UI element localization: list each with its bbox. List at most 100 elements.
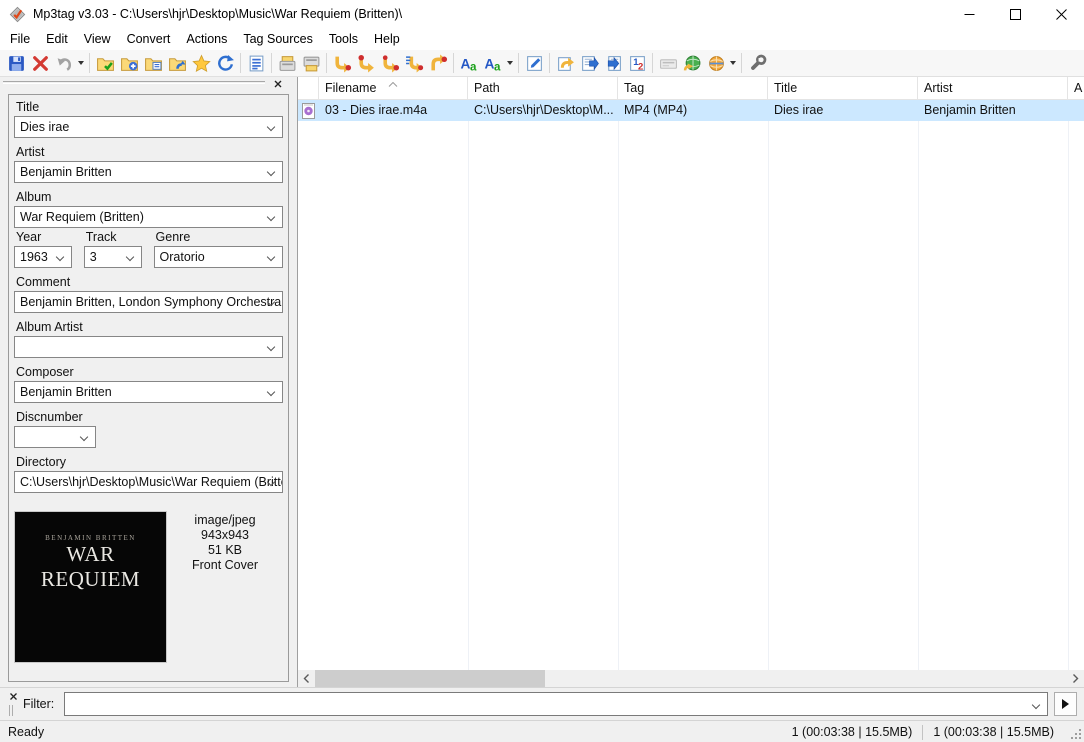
chevron-down-icon[interactable] <box>267 343 275 351</box>
file-list: Filename Path Tag Title Artist A 03 - Di… <box>297 77 1084 687</box>
options-wrench-icon[interactable] <box>745 52 769 75</box>
convert-tag-filename-icon[interactable] <box>330 52 354 75</box>
chevron-down-icon[interactable] <box>267 168 275 176</box>
year-label: Year <box>16 230 70 244</box>
change-directory-icon[interactable] <box>93 52 117 75</box>
web-sources-menu-chevron-icon[interactable] <box>728 52 738 75</box>
favorites-star-icon[interactable] <box>189 52 213 75</box>
auto-numbering-wizard-icon[interactable]: 12 <box>625 52 649 75</box>
resize-grip-icon[interactable] <box>1079 737 1081 739</box>
menu-edit[interactable]: Edit <box>38 29 76 49</box>
tag-panel-grip[interactable] <box>3 81 265 84</box>
web-sources-icon[interactable] <box>680 52 704 75</box>
menu-help[interactable]: Help <box>366 29 408 49</box>
genre-label: Genre <box>156 230 281 244</box>
track-combobox[interactable]: 3 <box>84 246 142 268</box>
filter-grip[interactable] <box>9 705 13 716</box>
title-bar: Mp3tag v3.03 - C:\Users\hjr\Desktop\Musi… <box>0 0 1084 28</box>
auto-tag-icon[interactable] <box>553 52 577 75</box>
filter-apply-button[interactable] <box>1054 692 1077 716</box>
menu-tag-sources[interactable]: Tag Sources <box>235 29 320 49</box>
cd-burn-icon[interactable] <box>656 52 680 75</box>
filter-input[interactable] <box>69 694 1024 714</box>
column-header-path[interactable]: Path <box>468 77 618 99</box>
directory-combobox[interactable]: C:\Users\hjr\Desktop\Music\War Requiem (… <box>14 471 283 493</box>
export-tag-icon[interactable] <box>601 52 625 75</box>
svg-text:a: a <box>494 60 501 73</box>
column-header-artist[interactable]: Artist <box>918 77 1068 99</box>
filter-label: Filter: <box>23 697 54 711</box>
filter-input-box[interactable] <box>64 692 1048 716</box>
play-arrow-icon <box>1062 699 1069 709</box>
menu-actions[interactable]: Actions <box>178 29 235 49</box>
actions-icon[interactable]: Aa <box>481 52 505 75</box>
playlist-directory-icon[interactable] <box>141 52 165 75</box>
chevron-down-icon[interactable] <box>267 253 275 261</box>
column-header-icon[interactable] <box>298 77 319 99</box>
web-sources-alt-icon[interactable] <box>704 52 728 75</box>
menu-tools[interactable]: Tools <box>321 29 366 49</box>
artist-label: Artist <box>16 145 281 159</box>
refresh-icon[interactable] <box>213 52 237 75</box>
convert-filename-filename-icon[interactable] <box>378 52 402 75</box>
tag-paste-icon[interactable] <box>299 52 323 75</box>
tag-copy-icon[interactable] <box>275 52 299 75</box>
track-label: Track <box>86 230 140 244</box>
actions-menu-chevron-icon[interactable] <box>505 52 515 75</box>
convert-filename-tag-icon[interactable] <box>354 52 378 75</box>
menu-view[interactable]: View <box>76 29 119 49</box>
import-tag-icon[interactable] <box>577 52 601 75</box>
year-combobox[interactable]: 1963 <box>14 246 72 268</box>
minimize-button[interactable] <box>946 0 992 28</box>
discnumber-combobox[interactable] <box>14 426 96 448</box>
column-header-title[interactable]: Title <box>768 77 918 99</box>
chevron-down-icon[interactable] <box>80 433 88 441</box>
title-combobox[interactable]: Dies irae <box>14 116 283 138</box>
chevron-down-icon[interactable] <box>125 253 133 261</box>
convert-tag-tag-icon[interactable] <box>426 52 450 75</box>
album-cover-art[interactable]: BENJAMIN BRITTEN WAR REQUIEM <box>14 511 167 663</box>
status-selected-info: 1 (00:03:38 | 15.5MB) <box>792 725 913 739</box>
scrollbar-thumb[interactable] <box>315 670 545 687</box>
case-conversion-icon[interactable]: Aa <box>457 52 481 75</box>
filter-close-icon[interactable] <box>7 691 19 702</box>
column-header-album[interactable]: A <box>1068 77 1084 99</box>
maximize-button[interactable] <box>992 0 1038 28</box>
add-directory-icon[interactable] <box>117 52 141 75</box>
chevron-down-icon[interactable] <box>56 253 64 261</box>
album-artist-combobox[interactable] <box>14 336 283 358</box>
table-row[interactable]: 03 - Dies irae.m4a C:\Users\hjr\Desktop\… <box>298 100 1084 121</box>
genre-combobox[interactable]: Oratorio <box>154 246 283 268</box>
menu-convert[interactable]: Convert <box>119 29 179 49</box>
remove-tag-icon[interactable] <box>28 52 52 75</box>
window-title: Mp3tag v3.03 - C:\Users\hjr\Desktop\Musi… <box>33 7 402 21</box>
tag-panel-close-icon[interactable] <box>271 78 285 90</box>
mp3tag-window: Mp3tag v3.03 - C:\Users\hjr\Desktop\Musi… <box>0 0 1084 742</box>
toolbar-separator <box>518 53 519 73</box>
undo-icon[interactable] <box>52 52 76 75</box>
composer-combobox[interactable]: Benjamin Britten <box>14 381 283 403</box>
media-library-icon[interactable] <box>244 52 268 75</box>
menu-file[interactable]: File <box>2 29 38 49</box>
chevron-down-icon[interactable] <box>267 388 275 396</box>
chevron-down-icon[interactable] <box>267 213 275 221</box>
cover-title-text: WAR REQUIEM <box>15 542 166 592</box>
scroll-right-icon[interactable] <box>1067 670 1084 687</box>
parent-directory-icon[interactable] <box>165 52 189 75</box>
column-header-filename[interactable]: Filename <box>319 77 468 99</box>
album-combobox[interactable]: War Requiem (Britten) <box>14 206 283 228</box>
chevron-down-icon[interactable] <box>1032 701 1040 709</box>
close-button[interactable] <box>1038 0 1084 28</box>
comment-combobox[interactable]: Benjamin Britten, London Symphony Orches… <box>14 291 283 313</box>
convert-textfile-tag-icon[interactable] <box>402 52 426 75</box>
horizontal-scrollbar[interactable] <box>298 670 1084 687</box>
artist-combobox[interactable]: Benjamin Britten <box>14 161 283 183</box>
undo-menu-chevron-icon[interactable] <box>76 52 86 75</box>
chevron-down-icon[interactable] <box>267 123 275 131</box>
save-icon[interactable] <box>4 52 28 75</box>
column-header-tag[interactable]: Tag <box>618 77 768 99</box>
cell-album <box>1068 100 1084 121</box>
edit-tag-icon[interactable] <box>522 52 546 75</box>
scroll-left-icon[interactable] <box>298 670 315 687</box>
toolbar-separator <box>652 53 653 73</box>
